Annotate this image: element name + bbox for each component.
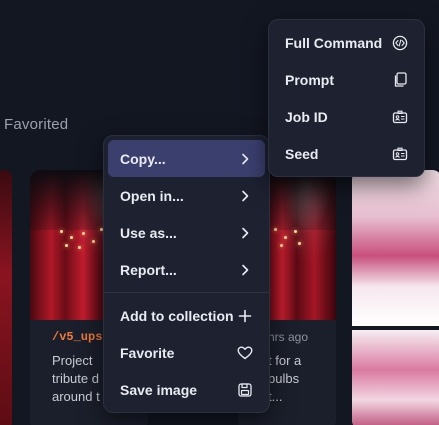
id-card-icon — [392, 109, 408, 125]
card-time: hrs ago — [268, 330, 309, 344]
chevron-right-icon — [237, 262, 253, 278]
menu-item-use-as[interactable]: Use as... — [108, 214, 265, 251]
heart-icon — [237, 345, 253, 361]
menu-item-save-image[interactable]: Save image — [108, 371, 265, 408]
chevron-right-icon — [237, 151, 253, 167]
id-card-icon — [392, 146, 408, 162]
copy-icon — [392, 71, 408, 88]
submenu-item-label: Job ID — [285, 108, 328, 125]
menu-item-open-in[interactable]: Open in... — [108, 177, 265, 214]
menu-item-favorite[interactable]: Favorite — [108, 334, 265, 371]
code-icon — [392, 35, 408, 51]
menu-item-label: Copy... — [120, 150, 166, 167]
card-image — [352, 170, 439, 326]
submenu-item-full-command[interactable]: Full Command — [273, 24, 420, 61]
menu-divider — [104, 292, 269, 293]
card-image-secondary — [352, 330, 439, 425]
gallery-card-partial[interactable] — [0, 170, 12, 425]
menu-item-label: Save image — [120, 381, 198, 398]
menu-item-label: Add to collection — [120, 307, 234, 324]
gallery-card[interactable] — [352, 170, 439, 425]
card-description: t for a bulbs t... — [268, 353, 302, 404]
submenu-item-prompt[interactable]: Prompt — [273, 61, 420, 98]
context-menu: Copy... Open in... Use as... Report... A… — [103, 135, 270, 413]
submenu-item-label: Seed — [285, 145, 319, 162]
copy-submenu: Full Command Prompt Job ID Seed — [268, 19, 425, 177]
submenu-item-seed[interactable]: Seed — [273, 135, 420, 172]
menu-item-label: Report... — [120, 261, 177, 278]
submenu-item-job-id[interactable]: Job ID — [273, 98, 420, 135]
menu-item-label: Open in... — [120, 187, 184, 204]
menu-item-report[interactable]: Report... — [108, 251, 265, 288]
menu-item-add-to-collection[interactable]: Add to collection — [108, 297, 265, 334]
chevron-right-icon — [237, 188, 253, 204]
section-title: Favorited — [4, 116, 69, 133]
menu-item-label: Favorite — [120, 344, 175, 361]
submenu-item-label: Prompt — [285, 71, 334, 88]
menu-item-copy[interactable]: Copy... — [108, 140, 265, 177]
chevron-right-icon — [237, 225, 253, 241]
menu-item-label: Use as... — [120, 224, 177, 241]
floppy-disk-icon — [237, 382, 253, 398]
submenu-item-label: Full Command — [285, 34, 383, 51]
plus-icon — [237, 308, 253, 324]
